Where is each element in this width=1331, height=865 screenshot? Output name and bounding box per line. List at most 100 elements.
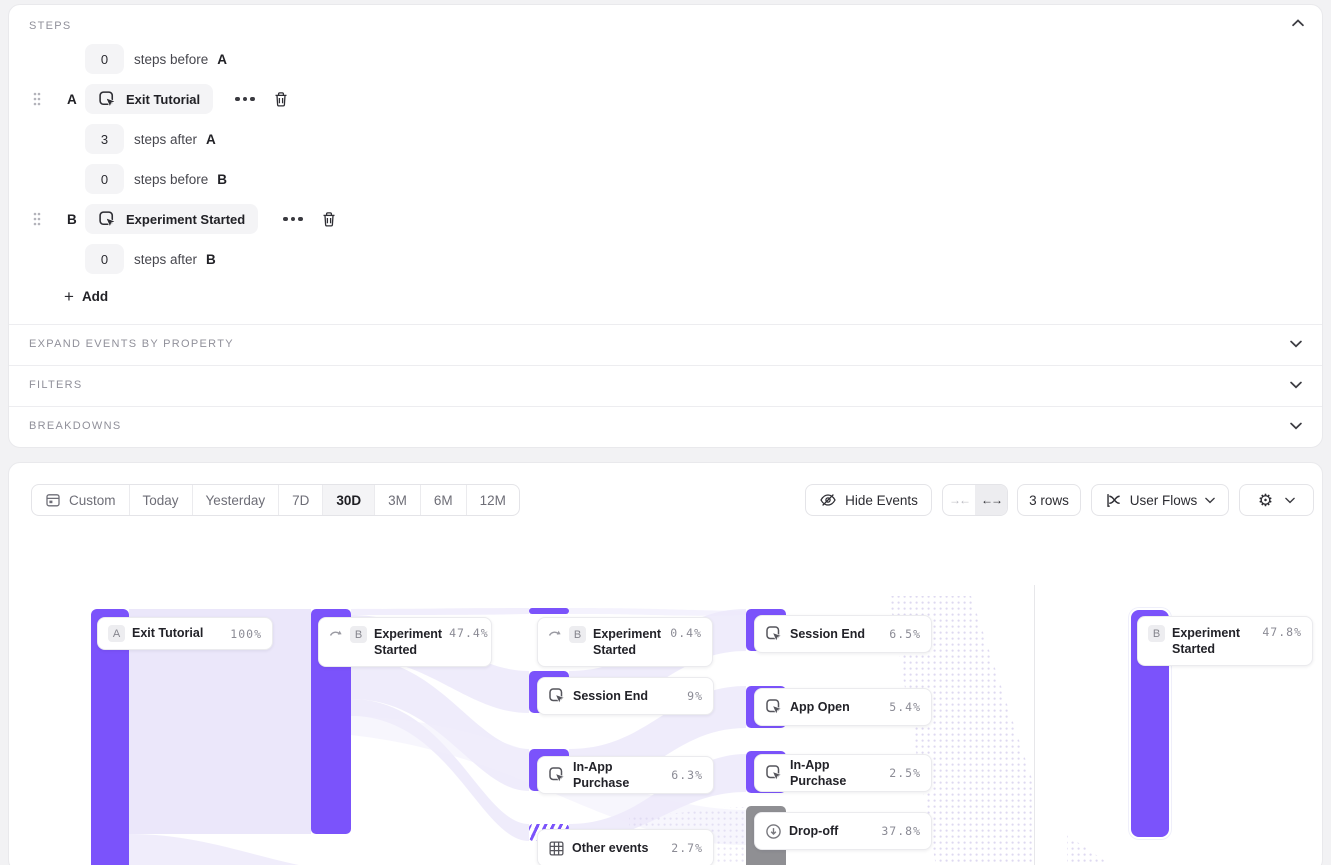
drag-handle-icon[interactable] [32,211,42,232]
step-ref-letter: A [217,52,227,67]
gear-icon: ⚙ [1258,492,1273,509]
query-builder-panel: STEPS steps beforeA A Exit Tutorial step… [8,4,1323,448]
node-value: 0.4% [670,626,702,640]
flows-report-panel: Custom Today Yesterday 7D 30D 3M 6M 12M … [8,462,1323,865]
flow-node-card[interactable]: B Experiment Started 47.8% [1137,616,1313,666]
hide-events-button[interactable]: Hide Events [805,484,932,516]
flow-node-card[interactable]: B Experiment Started 47.4% [318,617,492,667]
event-cursor-icon [548,766,566,784]
step-b-letter: B [67,212,77,227]
node-label: Drop-off [789,823,838,839]
node-value: 5.4% [889,700,921,714]
steps-after-b-input[interactable] [85,244,124,274]
chevron-down-icon [1290,381,1302,389]
step-letter-badge: A [108,625,125,642]
drag-handle-icon[interactable] [32,91,42,112]
collapse-flows-button[interactable]: →← [943,485,975,515]
date-range-custom[interactable]: Custom [32,485,130,515]
calendar-icon [45,492,61,508]
steps-collapse-button[interactable] [1292,19,1304,27]
step-b-event-pill[interactable]: Experiment Started [85,204,258,234]
chevron-down-icon [1205,497,1215,504]
flow-node-card[interactable]: Drop-off 37.8% [754,812,932,850]
flow-node-card[interactable]: Other events 2.7% [537,829,714,865]
flow-node-card[interactable]: App Open 5.4% [754,688,932,726]
flow-node-card[interactable]: In-App Purchase 2.5% [754,754,932,792]
chevron-up-icon [1292,19,1304,27]
step-ref-letter: B [217,172,227,187]
date-range-7d[interactable]: 7D [279,485,323,515]
node-value: 47.8% [1262,625,1302,639]
eye-off-icon [819,491,837,509]
step-b-more-button[interactable] [283,217,303,222]
filters-title: FILTERS [29,379,83,391]
flow-node-bar-experiment-started-2[interactable] [529,608,569,614]
node-value: 2.7% [671,841,703,855]
step-a-letter: A [67,92,77,107]
step-b-delete-button[interactable] [321,211,337,228]
step-a-row: A Exit Tutorial [9,84,1322,114]
settings-dropdown[interactable]: ⚙ [1239,484,1314,516]
date-range-6m[interactable]: 6M [421,485,467,515]
date-range-3m[interactable]: 3M [375,485,421,515]
node-label: Experiment Started [374,626,442,659]
step-a-event-pill[interactable]: Exit Tutorial [85,84,213,114]
steps-after-a-label: steps afterA [134,132,216,147]
breakdowns-section-header[interactable]: BREAKDOWNS [9,406,1322,446]
expand-events-section-header[interactable]: EXPAND EVENTS BY PROPERTY [9,324,1322,364]
steps-before-b-label: steps beforeB [134,172,227,187]
step-a-more-button[interactable] [235,97,255,102]
user-flows-icon [1105,492,1122,509]
node-label: In-App Purchase [790,757,882,790]
step-b-row: B Experiment Started [9,204,1322,234]
grid-icon [548,840,565,857]
steps-after-a-row: steps afterA [9,124,1322,154]
event-cursor-icon [765,625,783,643]
filters-section-header[interactable]: FILTERS [9,365,1322,405]
rows-count-button[interactable]: 3 rows [1017,484,1081,516]
node-label: App Open [790,699,850,715]
flow-width-toggle: →← ←→ [942,484,1008,516]
event-cursor-icon [548,687,566,705]
date-range-30d-selected[interactable]: 30D [323,485,375,515]
step-b-event-name: Experiment Started [126,212,245,227]
date-range-12m[interactable]: 12M [467,485,519,515]
node-label: In-App Purchase [573,759,664,792]
step-letter-badge: B [569,626,586,643]
chevron-down-icon [1285,497,1295,504]
flow-node-card[interactable]: A Exit Tutorial 100% [97,617,273,650]
repeat-arrow-icon [548,629,562,639]
event-cursor-icon [98,90,117,109]
node-label: Session End [573,688,648,704]
steps-after-b-row: steps afterB [9,244,1322,274]
steps-before-b-input[interactable] [85,164,124,194]
plus-icon: + [64,288,74,305]
flow-node-card[interactable]: In-App Purchase 6.3% [537,756,714,794]
node-value: 47.4% [449,626,489,640]
view-type-dropdown[interactable]: User Flows [1091,484,1229,516]
step-a-event-name: Exit Tutorial [126,92,200,107]
trash-icon [321,211,337,228]
node-value: 100% [230,627,262,641]
expand-events-title: EXPAND EVENTS BY PROPERTY [29,338,234,350]
expand-flows-button[interactable]: ←→ [975,485,1007,515]
steps-after-b-label: steps afterB [134,252,216,267]
step-letter-badge: B [1148,625,1165,642]
flow-node-card[interactable]: Session End 9% [537,677,714,715]
flow-node-card[interactable]: Session End 6.5% [754,615,932,653]
node-label: Exit Tutorial [132,625,203,641]
node-label: Other events [572,840,648,856]
arrows-in-icon: →← [949,493,969,507]
event-cursor-icon [765,698,783,716]
event-cursor-icon [98,210,117,229]
step-letter-badge: B [350,626,367,643]
hide-events-label: Hide Events [845,493,918,508]
chevron-down-icon [1290,422,1302,430]
steps-after-a-input[interactable] [85,124,124,154]
flow-node-card[interactable]: B Experiment Started 0.4% [537,617,713,667]
step-a-delete-button[interactable] [273,91,289,108]
steps-before-a-input[interactable] [85,44,124,74]
add-step-button[interactable]: + Add [64,288,108,305]
date-range-today[interactable]: Today [130,485,193,515]
date-range-yesterday[interactable]: Yesterday [193,485,280,515]
